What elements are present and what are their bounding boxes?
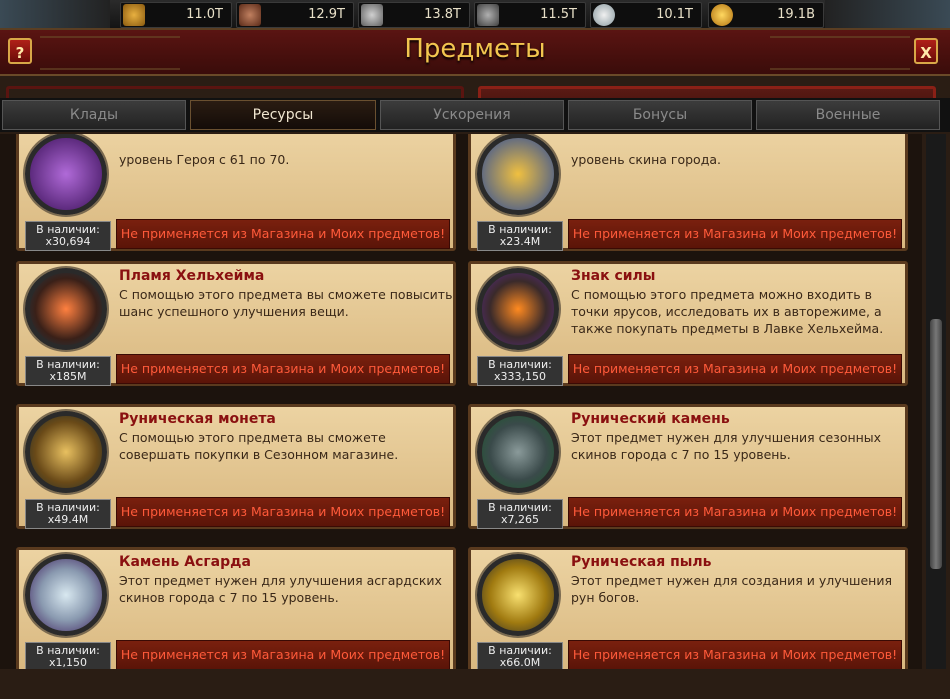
resource-stone[interactable]: 13.8T [358, 2, 470, 28]
item-stock: В наличии: x30,694 [25, 221, 111, 251]
item-stock: В наличии: x66.0M [477, 642, 563, 669]
item-description: С помощью этого предмета вы сможете сове… [119, 430, 399, 462]
close-button[interactable]: X [914, 38, 938, 64]
resource-bar: 11.0T 12.9T 13.8T 11.5T 10.1T 19.1B [0, 0, 950, 28]
not-applicable-button[interactable]: Не применяется из Магазина и Моих предме… [116, 354, 450, 384]
not-applicable-button[interactable]: Не применяется из Магазина и Моих предме… [116, 640, 450, 669]
sub-tabs: Клады Ресурсы Ускорения Бонусы Военные [0, 98, 950, 132]
help-button[interactable]: ? [8, 38, 32, 64]
item-description: Этот предмет нужен для создания и улучше… [571, 573, 892, 605]
rune-dust-icon [477, 554, 559, 636]
resource-iron[interactable]: 11.5T [474, 2, 586, 28]
item-description: уровень скина города. [571, 152, 721, 167]
window-title: Предметы [404, 34, 546, 64]
item-card: уровень скина города. В наличии: x23.4M Н… [468, 134, 908, 251]
item-card: Пламя Хельхейма С помощью этого предмета… [16, 261, 456, 386]
item-stock: В наличии: x333,150 [477, 356, 563, 386]
resource-wheat[interactable]: 11.0T [120, 2, 232, 28]
item-card: Рунический камень Этот предмет нужен для… [468, 404, 908, 529]
item-description: С помощью этого предмета можно входить в… [571, 287, 884, 336]
item-card: Руническая монета С помощью этого предме… [16, 404, 456, 529]
resource-bar-left-decor [0, 0, 110, 28]
item-stock: В наличии: x185M [25, 356, 111, 386]
item-description: уровень Героя с 61 по 70. [119, 152, 290, 167]
resource-value: 11.5T [540, 7, 577, 22]
item-description: Этот предмет нужен для улучшения асгардс… [119, 573, 442, 605]
iron-icon [477, 4, 499, 26]
resource-value: 11.0T [186, 7, 223, 22]
item-description: С помощью этого предмета вы сможете повы… [119, 287, 453, 319]
subtab-speedups[interactable]: Ускорения [380, 100, 564, 130]
item-card: уровень Героя с 61 по 70. В наличии: x30,… [16, 134, 456, 251]
item-name: Руническая монета [119, 411, 276, 427]
rune-coin-icon [25, 411, 107, 493]
item-name: Рунический камень [571, 411, 730, 427]
hero-scroll-icon [25, 134, 107, 215]
scrollbar[interactable] [926, 134, 946, 669]
item-stock: В наличии: x7,265 [477, 499, 563, 529]
not-applicable-button[interactable]: Не применяется из Магазина и Моих предме… [568, 640, 902, 669]
resource-value: 19.1B [777, 7, 815, 22]
item-stock: В наличии: x1,150 [25, 642, 111, 669]
resource-silver[interactable]: 10.1T [590, 2, 702, 28]
not-applicable-button[interactable]: Не применяется из Магазина и Моих предме… [116, 497, 450, 527]
not-applicable-button[interactable]: Не применяется из Магазина и Моих предме… [116, 219, 450, 249]
subtab-military[interactable]: Военные [756, 100, 940, 130]
item-stock: В наличии: x23.4M [477, 221, 563, 251]
item-card: Знак силы С помощью этого предмета можно… [468, 261, 908, 386]
silver-icon [593, 4, 615, 26]
item-name: Руническая пыль [571, 554, 712, 570]
item-name: Пламя Хельхейма [119, 268, 265, 284]
item-card: Руническая пыль Этот предмет нужен для с… [468, 547, 908, 669]
gold-icon [711, 4, 733, 26]
not-applicable-button[interactable]: Не применяется из Магазина и Моих предме… [568, 497, 902, 527]
rune-stone-icon [477, 411, 559, 493]
subtab-resources[interactable]: Ресурсы [190, 100, 376, 130]
resource-value: 10.1T [656, 7, 693, 22]
not-applicable-button[interactable]: Не применяется из Магазина и Моих предме… [568, 354, 902, 384]
resource-gold[interactable]: 19.1B [708, 2, 824, 28]
wheat-icon [123, 4, 145, 26]
scrollbar-thumb[interactable] [930, 319, 942, 569]
resource-wood[interactable]: 12.9T [236, 2, 354, 28]
item-stock: В наличии: x49.4M [25, 499, 111, 529]
resource-value: 13.8T [424, 7, 461, 22]
power-sign-icon [477, 268, 559, 350]
subtab-treasures[interactable]: Клады [2, 100, 186, 130]
subtab-bonuses[interactable]: Бонусы [568, 100, 752, 130]
stone-icon [361, 4, 383, 26]
asgard-stone-icon [25, 554, 107, 636]
items-list[interactable]: уровень Героя с 61 по 70. В наличии: x30,… [0, 134, 922, 669]
helheim-flame-icon [25, 268, 107, 350]
resource-value: 12.9T [308, 7, 345, 22]
resource-bar-right-decor [825, 0, 950, 28]
not-applicable-button[interactable]: Не применяется из Магазина и Моих предме… [568, 219, 902, 249]
item-description: Этот предмет нужен для улучшения сезонны… [571, 430, 882, 462]
item-name: Камень Асгарда [119, 554, 251, 570]
wood-icon [239, 4, 261, 26]
city-skin-shield-icon [477, 134, 559, 215]
title-bar: Предметы ? X [0, 30, 950, 76]
item-name: Знак силы [571, 268, 656, 284]
item-card: Камень Асгарда Этот предмет нужен для ул… [16, 547, 456, 669]
